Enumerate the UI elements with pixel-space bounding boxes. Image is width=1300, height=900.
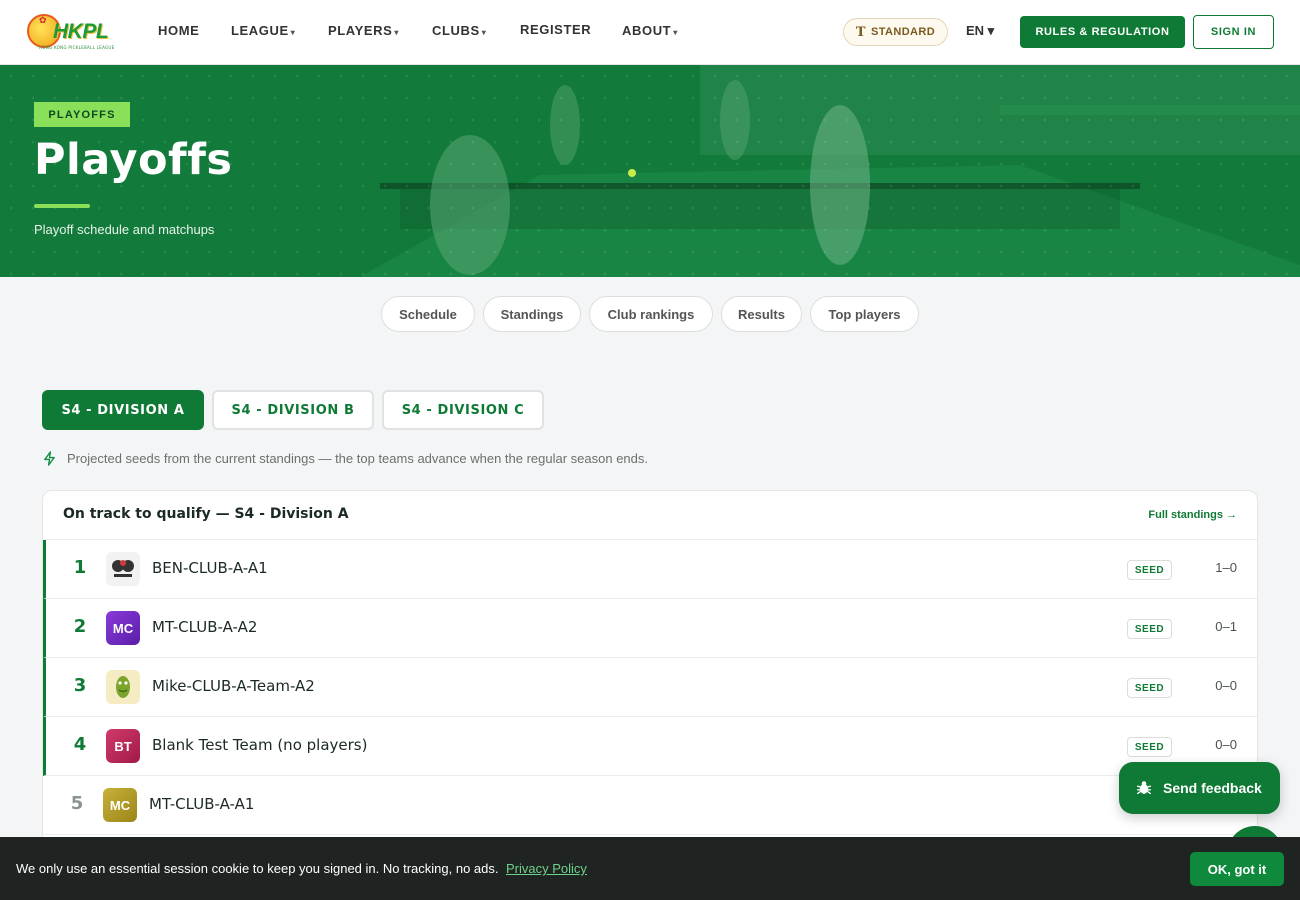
team-avatar: MC — [103, 788, 137, 822]
section-tabs: Schedule Standings Club rankings Results… — [0, 296, 1300, 332]
page-title: Playoffs — [34, 135, 233, 185]
division-tab-a[interactable]: S4 - DIVISION A — [42, 390, 204, 430]
cookie-accept-button[interactable]: OK, got it — [1190, 852, 1284, 886]
title-underline — [34, 204, 90, 208]
logo-text: HKPL — [53, 20, 109, 43]
rules-regulation-button[interactable]: RULES & REGULATION — [1020, 16, 1185, 48]
tab-standings[interactable]: Standings — [483, 296, 581, 332]
tab-top-players[interactable]: Top players — [810, 296, 919, 332]
nav-league[interactable]: LEAGUE ▾ — [231, 23, 295, 38]
tab-schedule[interactable]: Schedule — [381, 296, 475, 332]
tab-club-rankings[interactable]: Club rankings — [589, 296, 713, 332]
team-avatar: BT — [106, 729, 140, 763]
text-size-icon: T — [855, 24, 866, 40]
hero-tag: PLAYOFFS — [34, 102, 130, 127]
division-tab-c[interactable]: S4 - DIVISION C — [382, 390, 544, 430]
team-logo-pickle — [106, 670, 140, 704]
text-mode-label: STANDARD — [870, 26, 936, 38]
nav-clubs-label: CLUBS — [432, 23, 480, 38]
nav-home-label: HOME — [158, 23, 200, 38]
seed-rank: 5 — [70, 793, 84, 814]
cookie-text: We only use an essential session cookie … — [16, 861, 499, 876]
team-name: Mike-CLUB-A-Team-A2 — [152, 677, 315, 695]
pickle-mascot-icon — [116, 676, 130, 698]
nav-clubs[interactable]: CLUBS ▾ — [432, 23, 486, 38]
bug-icon — [1137, 781, 1151, 795]
table-row[interactable]: 5 MC MT-CLUB-A-A1 — [43, 776, 1257, 835]
nav-register-label: REGISTER — [520, 22, 592, 37]
full-standings-link[interactable]: Full standings → — [1148, 509, 1237, 521]
nav-register[interactable]: REGISTER — [520, 22, 591, 37]
table-row[interactable]: 4 BT Blank Test Team (no players) SEED 0… — [43, 717, 1257, 776]
hero-banner: PLAYOFFS Playoffs Playoff schedule and m… — [0, 65, 1300, 277]
chevron-down-icon: ▾ — [673, 28, 678, 37]
pickleball-paddles-icon — [112, 560, 134, 577]
team-record: 0–0 — [1215, 737, 1237, 752]
team-name: BEN-CLUB-A-A1 — [152, 559, 268, 577]
nav-league-label: LEAGUE — [231, 23, 289, 38]
seed-rank: 2 — [73, 616, 87, 637]
bauhinia-icon: ✿ — [39, 16, 47, 26]
team-avatar: MC — [106, 611, 140, 645]
table-row[interactable]: 2 MC MT-CLUB-A-A2 SEED 0–1 — [43, 599, 1257, 658]
table-row[interactable]: 1 BEN-CLUB-A-A1 SEED 1–0 — [43, 540, 1257, 599]
seed-badge: SEED — [1127, 560, 1172, 580]
nav-players-label: PLAYERS — [328, 23, 393, 38]
seed-badge: SEED — [1127, 737, 1172, 757]
send-feedback-label: Send feedback — [1163, 780, 1262, 796]
lightning-icon — [44, 451, 55, 466]
seed-rank: 1 — [73, 557, 87, 578]
nav-about-label: ABOUT — [622, 23, 672, 38]
nav-about[interactable]: ABOUT ▾ — [622, 23, 678, 38]
team-name: MT-CLUB-A-A1 — [149, 795, 255, 813]
seed-badge: SEED — [1127, 619, 1172, 639]
team-record: 1–0 — [1215, 560, 1237, 575]
card-header: On track to qualify — S4 - Division A Fu… — [43, 491, 1257, 540]
send-feedback-button[interactable]: Send feedback — [1119, 762, 1280, 814]
page-subtitle: Playoff schedule and matchups — [34, 222, 215, 237]
top-header: ✿ HKPL HONG KONG PICKLEBALL LEAGUE HOME … — [0, 0, 1300, 65]
seed-rank: 4 — [73, 734, 87, 755]
team-name: Blank Test Team (no players) — [152, 736, 368, 754]
projection-note: Projected seeds from the current standin… — [42, 451, 648, 466]
seed-rank: 3 — [73, 675, 87, 696]
logo-subtitle: HONG KONG PICKLEBALL LEAGUE — [39, 45, 115, 50]
sign-in-button[interactable]: SIGN IN — [1193, 15, 1274, 49]
team-logo-pickleball — [106, 552, 140, 586]
privacy-policy-link[interactable]: Privacy Policy — [506, 861, 587, 876]
team-record: 0–0 — [1215, 678, 1237, 693]
table-row[interactable]: 3 Mike-CLUB-A-Team-A2 SEED 0–0 — [43, 658, 1257, 717]
card-title: On track to qualify — S4 - Division A — [63, 506, 349, 522]
nav-home[interactable]: HOME — [158, 23, 199, 38]
language-selector[interactable]: EN ▾ — [966, 23, 994, 39]
tab-results[interactable]: Results — [721, 296, 802, 332]
team-record: 0–1 — [1215, 619, 1237, 634]
chevron-down-icon: ▾ — [394, 28, 400, 37]
projection-note-text: Projected seeds from the current standin… — [67, 451, 649, 466]
team-name: MT-CLUB-A-A2 — [152, 618, 258, 636]
chevron-down-icon: ▾ — [481, 28, 487, 37]
nav-players[interactable]: PLAYERS ▾ — [328, 23, 399, 38]
text-mode-button[interactable]: T STANDARD — [843, 18, 948, 46]
hkpl-logo[interactable]: ✿ HKPL HONG KONG PICKLEBALL LEAGUE — [27, 12, 114, 52]
chevron-down-icon: ▾ — [290, 28, 296, 37]
division-tab-b[interactable]: S4 - DIVISION B — [212, 390, 374, 430]
cookie-banner: We only use an essential session cookie … — [0, 837, 1300, 900]
seed-badge: SEED — [1127, 678, 1172, 698]
